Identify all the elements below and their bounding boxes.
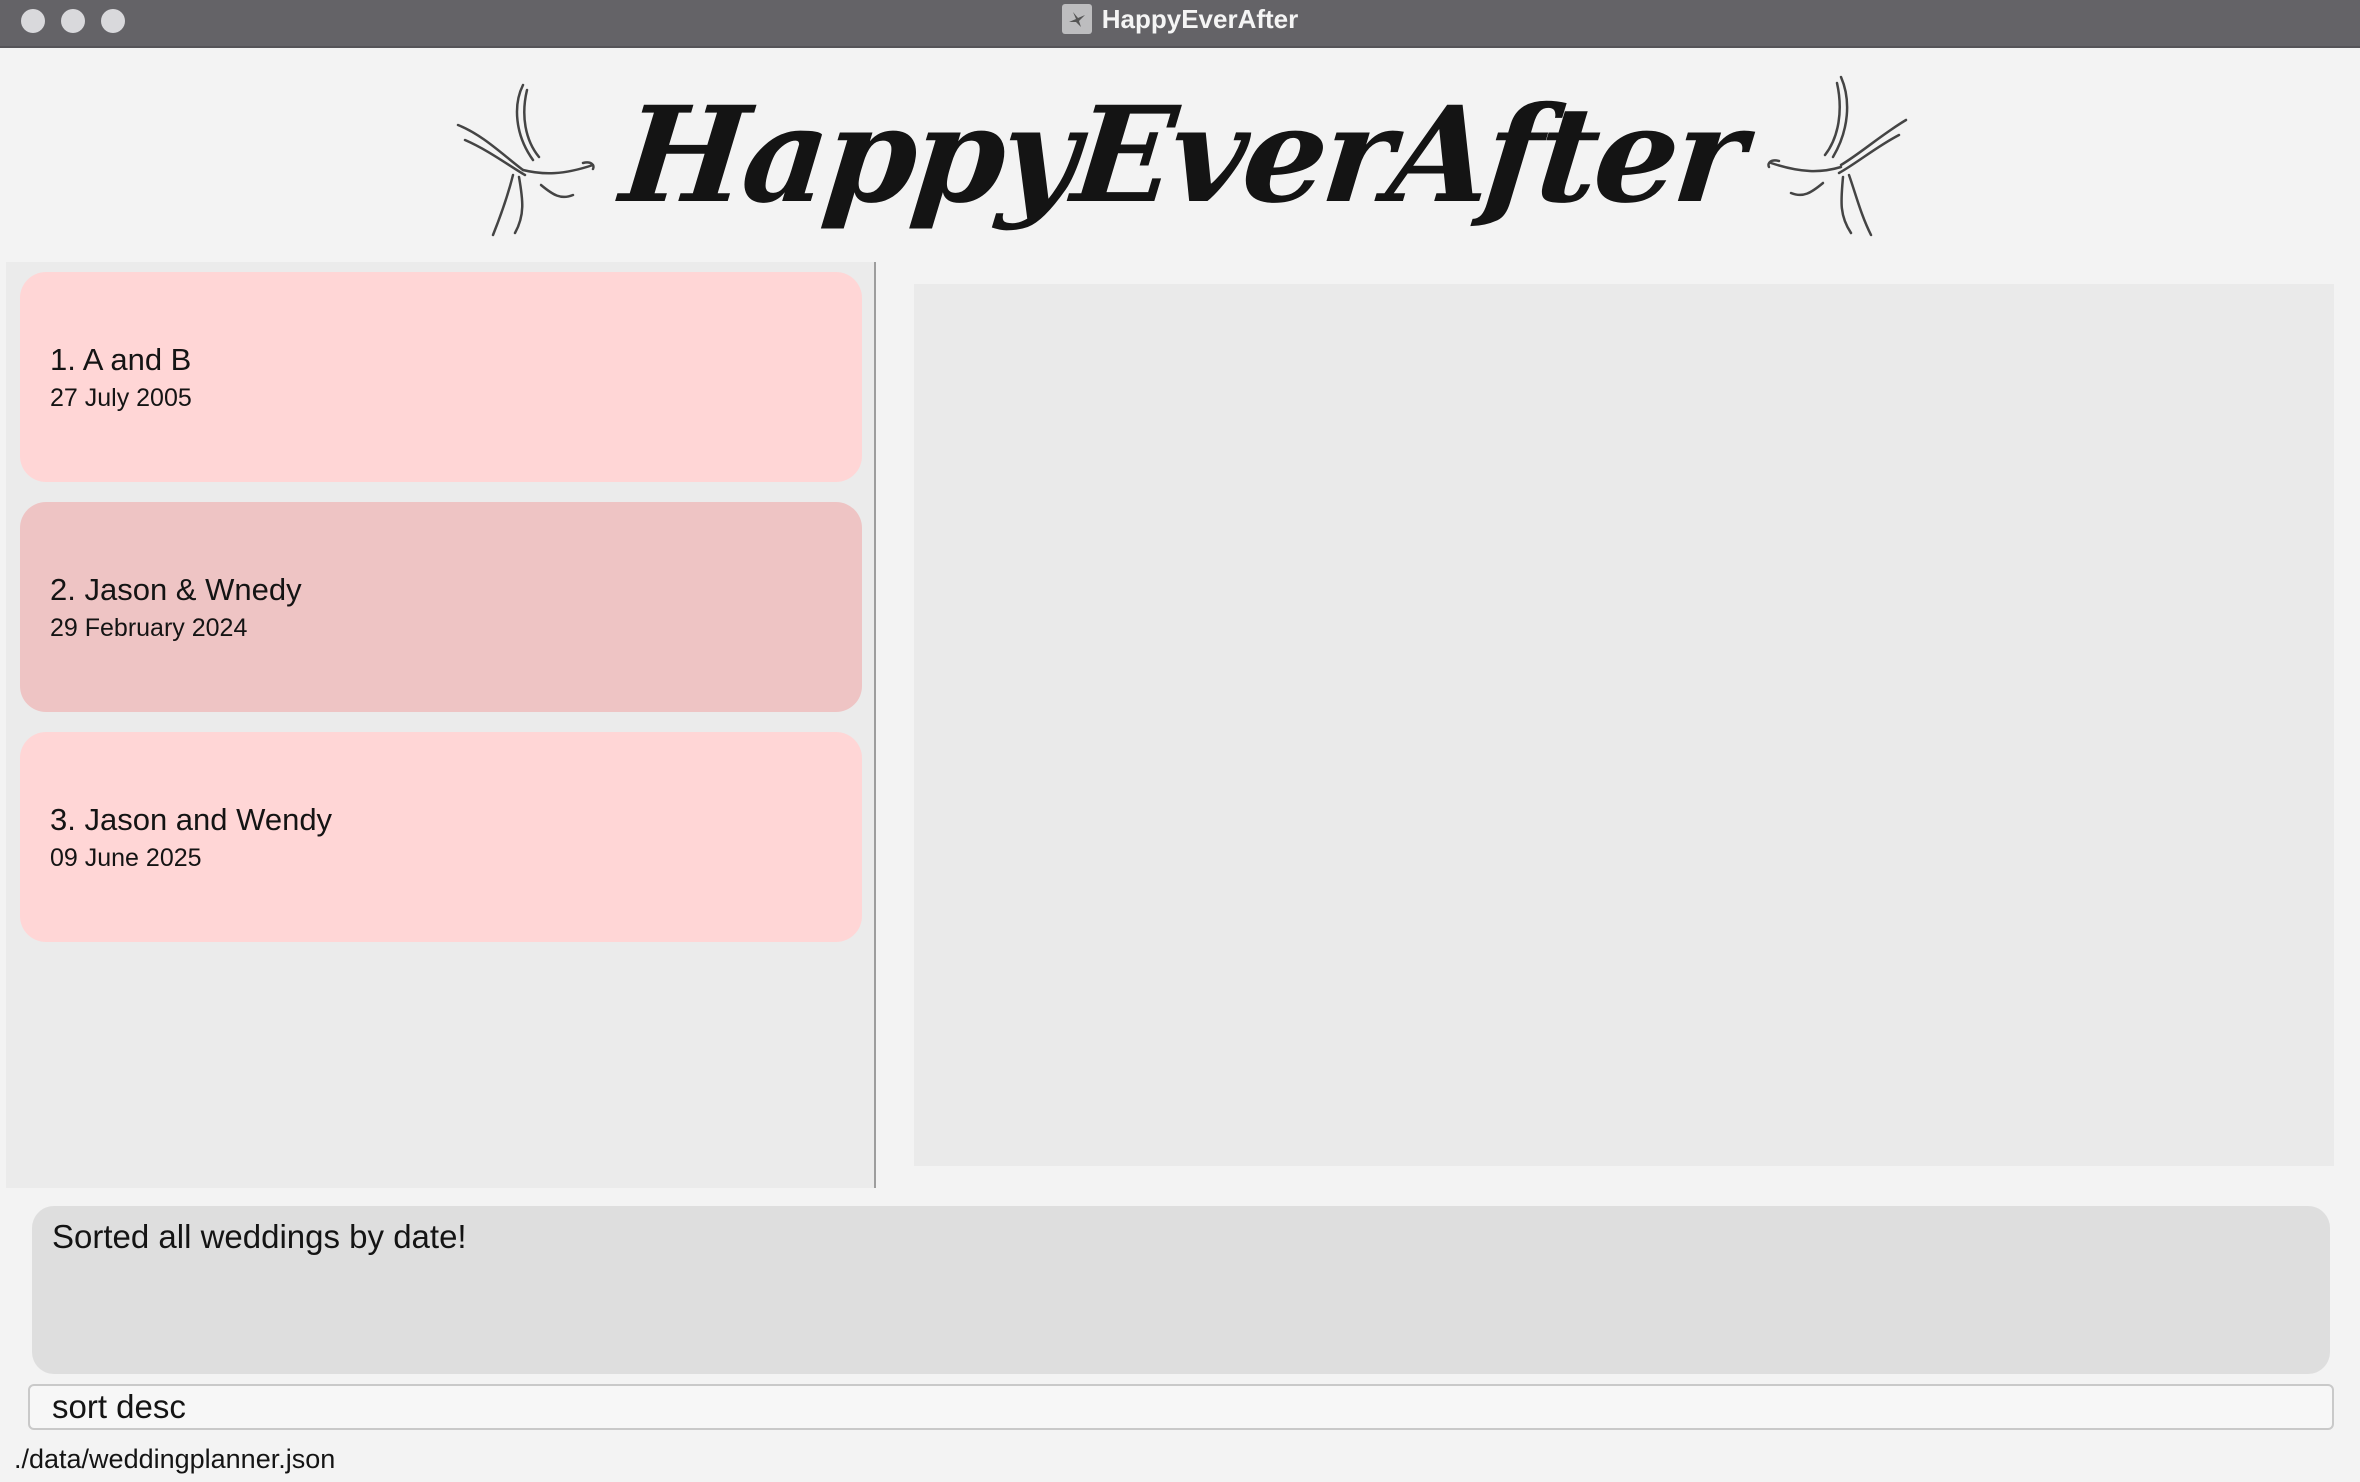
window-title: HappyEverAfter [1101, 3, 1299, 34]
dove-icon [1767, 75, 1908, 237]
command-input[interactable] [28, 1384, 2334, 1430]
result-message: Sorted all weddings by date! [52, 1218, 467, 1255]
detail-panel [892, 262, 2358, 1188]
result-display: Sorted all weddings by date! [32, 1206, 2330, 1374]
wedding-card[interactable]: 1. A and B 27 July 2005 [20, 272, 862, 482]
wedding-name: 1. A and B [50, 342, 192, 377]
detail-content [914, 284, 2334, 1166]
title-group: HappyEverAfter [0, 0, 2360, 38]
status-file-path: ./data/weddingplanner.json [14, 1444, 336, 1474]
wedding-list[interactable]: 1. A and B 27 July 2005 2. Jason & Wnedy… [6, 262, 874, 1188]
dove-icon [1061, 4, 1092, 34]
wedding-card[interactable]: 3. Jason and Wendy 09 June 2025 [20, 732, 862, 942]
wedding-name: 2. Jason & Wnedy [50, 572, 302, 607]
wedding-date: 29 February 2024 [50, 614, 248, 642]
wedding-card-selected[interactable]: 2. Jason & Wnedy 29 February 2024 [20, 502, 862, 712]
split-pane-divider[interactable] [874, 262, 876, 1188]
wedding-name: 3. Jason and Wendy [50, 802, 333, 837]
app-window: HappyEverAfter HappyEverAfter 1. A and B… [0, 0, 2360, 1482]
wedding-date: 27 July 2005 [50, 384, 192, 412]
app-logo: HappyEverAfter [614, 77, 1750, 233]
title-bar[interactable]: HappyEverAfter [0, 0, 2360, 48]
dove-icon [456, 83, 595, 237]
header-banner: HappyEverAfter [6, 50, 2358, 260]
wedding-date: 09 June 2025 [50, 844, 202, 872]
